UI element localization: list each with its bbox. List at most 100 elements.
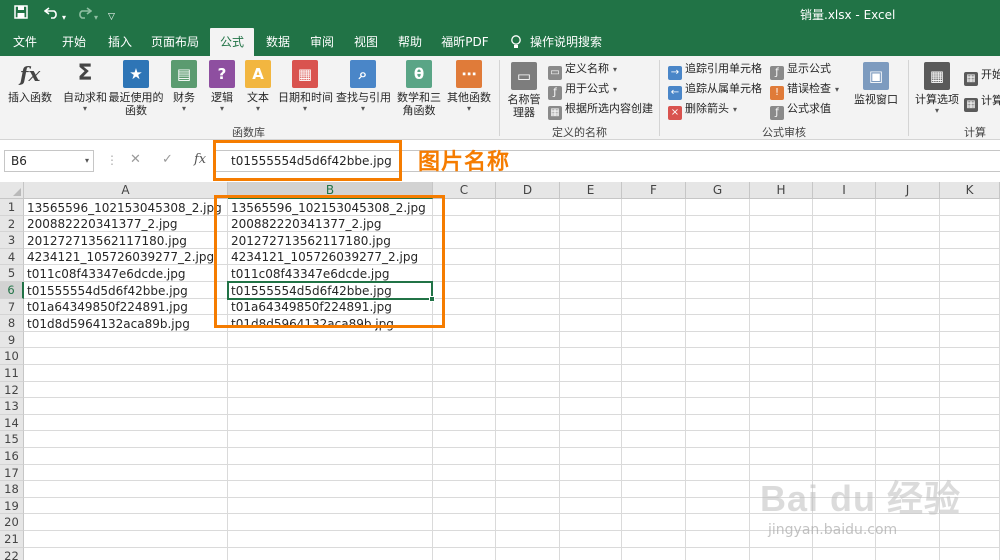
date-time-book-icon: ▦ <box>292 60 318 88</box>
row-header-22[interactable]: 22 <box>0 547 24 560</box>
calculate-now-button[interactable]: ▦ 开始 <box>964 66 1000 86</box>
redo-dropdown-icon[interactable]: ▾ <box>94 9 98 27</box>
grid-line <box>24 430 1000 432</box>
name-manager-button[interactable]: ▭ 名称管理器 <box>504 62 544 119</box>
enter-icon[interactable]: ✓ <box>162 152 173 167</box>
grid-line <box>495 199 496 560</box>
logical-button[interactable]: ? 逻辑 ▾ <box>206 60 238 114</box>
column-header-i[interactable]: I <box>813 182 876 199</box>
cell-a6[interactable]: t01555554d5d6f42bbe.jpg <box>27 283 231 299</box>
trace-precedents-button[interactable]: → 追踪引用单元格 <box>668 60 762 80</box>
insert-function-icon[interactable]: fx <box>194 152 206 167</box>
row-header-3[interactable]: 3 <box>0 232 24 249</box>
define-name-button[interactable]: ▭ 定义名称 ▾ <box>548 60 617 80</box>
tab-help[interactable]: 帮助 <box>390 28 430 56</box>
customize-toolbar-icon[interactable]: ▽ <box>108 8 115 26</box>
row-header-7[interactable]: 7 <box>0 298 24 316</box>
redo-icon[interactable] <box>76 5 93 24</box>
cell-a8[interactable]: t01d8d5964132aca89b.jpg <box>27 316 231 332</box>
chevron-down-icon[interactable]: ▾ <box>85 151 89 171</box>
column-header-f[interactable]: F <box>622 182 686 199</box>
row-header-4[interactable]: 4 <box>0 248 24 266</box>
row-header-20[interactable]: 20 <box>0 514 24 531</box>
tab-file[interactable]: 文件 <box>6 28 44 56</box>
trace-dependents-button[interactable]: ← 追踪从属单元格 <box>668 80 762 100</box>
financial-button[interactable]: ▤ 财务 ▾ <box>168 60 200 114</box>
row-header-21[interactable]: 21 <box>0 531 24 548</box>
undo-dropdown-icon[interactable]: ▾ <box>62 9 66 27</box>
tab-formulas[interactable]: 公式 <box>210 28 254 56</box>
remove-arrows-button[interactable]: × 删除箭头 ▾ <box>668 100 737 120</box>
document-title: 销量.xlsx - Excel <box>800 8 896 22</box>
error-checking-button[interactable]: ! 错误检查 ▾ <box>770 80 839 100</box>
evaluate-formula-button[interactable]: ƒ 公式求值 <box>770 100 831 120</box>
row-header-12[interactable]: 12 <box>0 381 24 399</box>
show-formulas-button[interactable]: ƒ 显示公式 <box>770 60 831 80</box>
insert-function-button[interactable]: fx 插入函数 <box>6 60 54 104</box>
row-header-6[interactable]: 6 <box>0 282 24 299</box>
column-header-j[interactable]: J <box>876 182 940 199</box>
column-header-d[interactable]: D <box>496 182 560 199</box>
text-button[interactable]: A 文本 ▾ <box>242 60 274 114</box>
row-header-8[interactable]: 8 <box>0 315 24 332</box>
finance-book-icon: ▤ <box>171 60 197 88</box>
row-header-2[interactable]: 2 <box>0 215 24 233</box>
row-header-10[interactable]: 10 <box>0 348 24 365</box>
formula-bar-grip[interactable]: ⋮ <box>106 153 118 169</box>
cell-a3[interactable]: 201272713562117180.jpg <box>27 233 231 249</box>
spreadsheet-grid[interactable]: ABCDEFGHIJK 1 2 3 4 5 6 7 8 9 10 11 12 13 14 15 16 17 18 1… <box>0 182 1000 560</box>
tab-insert[interactable]: 插入 <box>100 28 140 56</box>
column-header-k[interactable]: K <box>940 182 1000 199</box>
tab-review[interactable]: 审阅 <box>302 28 342 56</box>
grid-line <box>685 199 686 560</box>
watch-window-button[interactable]: ▣ 监视窗口 <box>850 62 902 106</box>
cell-a4[interactable]: 4234121_105726039277_2.jpg <box>27 249 231 265</box>
lookup-book-icon: ⌕ <box>350 60 376 88</box>
column-header-a[interactable]: A <box>24 182 228 199</box>
column-header-h[interactable]: H <box>750 182 813 199</box>
column-header-e[interactable]: E <box>560 182 622 199</box>
tell-me-search[interactable]: 操作说明搜索 <box>530 28 602 56</box>
row-header-19[interactable]: 19 <box>0 497 24 515</box>
row-header-15[interactable]: 15 <box>0 431 24 448</box>
lookup-reference-button[interactable]: ⌕ 查找与引用 ▾ <box>336 60 391 114</box>
cell-a1[interactable]: 13565596_102153045308_2.jpg <box>27 200 231 216</box>
more-functions-book-icon: ⋯ <box>456 60 482 88</box>
cell-a7[interactable]: t01a64349850f224891.jpg <box>27 299 231 315</box>
cancel-icon[interactable]: ✕ <box>130 152 141 167</box>
cell-a2[interactable]: 200882220341377_2.jpg <box>27 216 231 232</box>
row-header-16[interactable]: 16 <box>0 448 24 465</box>
tab-data[interactable]: 数据 <box>258 28 298 56</box>
row-header-11[interactable]: 11 <box>0 365 24 382</box>
use-in-formula-button[interactable]: ƒ 用于公式 ▾ <box>548 80 617 100</box>
tab-view[interactable]: 视图 <box>346 28 386 56</box>
select-all-corner[interactable] <box>0 182 24 199</box>
show-formulas-icon: ƒ <box>770 66 784 80</box>
math-trig-button[interactable]: θ 数学和三角函数 <box>392 60 446 117</box>
row-header-14[interactable]: 14 <box>0 414 24 432</box>
autosum-button[interactable]: Σ 自动求和 ▾ <box>62 60 108 114</box>
name-box[interactable]: B6 ▾ <box>4 150 94 172</box>
undo-icon[interactable] <box>43 5 60 24</box>
date-time-button[interactable]: ▦ 日期和时间 ▾ <box>278 60 333 114</box>
calculation-options-button[interactable]: ▦ 计算选项 ▾ <box>914 62 960 116</box>
tab-foxit-pdf[interactable]: 福昕PDF <box>434 28 496 56</box>
calculate-sheet-button[interactable]: ▦ 计算 <box>964 92 1000 112</box>
tab-page-layout[interactable]: 页面布局 <box>146 28 204 56</box>
tab-home[interactable]: 开始 <box>54 28 94 56</box>
recently-used-button[interactable]: ★ 最近使用的函数 <box>109 60 164 117</box>
cell-a5[interactable]: t011c08f43347e6dcde.jpg <box>27 266 231 282</box>
row-header-9[interactable]: 9 <box>0 331 24 349</box>
create-from-selection-button[interactable]: ▦ 根据所选内容创建 <box>548 100 653 120</box>
grid-line <box>749 199 750 560</box>
save-icon[interactable] <box>14 5 28 24</box>
chevron-down-icon: ▾ <box>255 104 260 113</box>
row-header-17[interactable]: 17 <box>0 464 24 482</box>
row-header-1[interactable]: 1 <box>0 199 24 216</box>
more-functions-button[interactable]: ⋯ 其他函数 ▾ <box>444 60 494 114</box>
column-header-g[interactable]: G <box>686 182 750 199</box>
row-header-13[interactable]: 13 <box>0 398 24 415</box>
row-header-5[interactable]: 5 <box>0 265 24 282</box>
row-header-18[interactable]: 18 <box>0 481 24 498</box>
ribbon-formulas: fx 插入函数 Σ 自动求和 ▾ ★ 最近使用的函数 ▤ 财务 ▾ ? 逻辑 ▾… <box>0 56 1000 140</box>
